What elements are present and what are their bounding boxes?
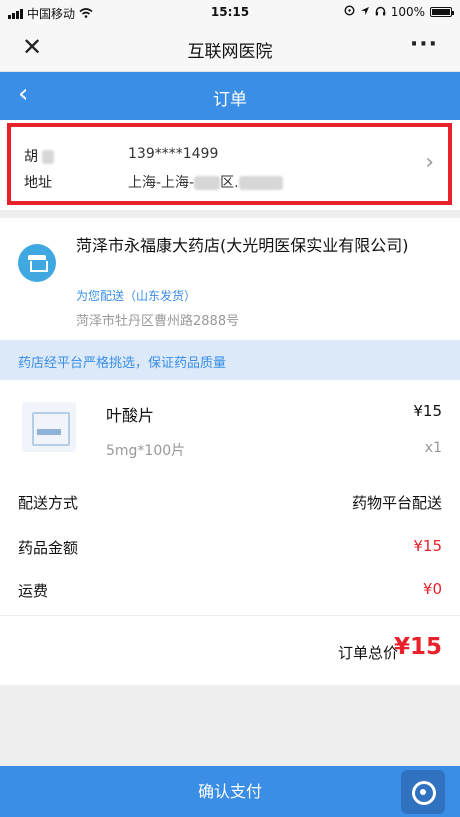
header-title: 互联网医院 xyxy=(187,42,273,62)
page-nav-bar: ‹ 订单 xyxy=(0,72,460,120)
pay-bar: 确认支付 xyxy=(0,766,460,817)
divider xyxy=(0,615,460,616)
shipping-fee-label: 运费 xyxy=(18,582,49,600)
order-total-value: ¥15 xyxy=(393,634,442,660)
store-delivery-info: 为您配送（山东发货） xyxy=(76,289,197,303)
wechat-header: ✕ 互联网医院 ··· xyxy=(0,24,460,72)
drug-amount-value: ¥15 xyxy=(413,537,442,555)
battery-icon xyxy=(430,7,454,17)
shipping-fee-value: ¥0 xyxy=(422,580,442,598)
settings-icon[interactable] xyxy=(401,770,445,814)
location-icon xyxy=(360,5,370,19)
medicine-spec: 5mg*100片 xyxy=(106,443,186,459)
medicine-price: ¥15 xyxy=(413,402,442,420)
status-bar: 中国移动 15:15 100% xyxy=(0,0,460,24)
more-icon[interactable]: ··· xyxy=(410,32,438,57)
store-address: 菏泽市牡丹区曹州路2888号 xyxy=(76,314,240,329)
medicine-qty: x1 xyxy=(424,440,442,456)
confirm-pay-button[interactable]: 确认支付 xyxy=(0,766,460,817)
order-details: 叶酸片 ¥15 5mg*100片 x1 配送方式 药物平台配送 药品金额 ¥15… xyxy=(0,380,460,685)
drug-amount-label: 药品金额 xyxy=(18,539,79,557)
page-title: 订单 xyxy=(213,90,247,110)
order-total-label: 订单总价 xyxy=(337,644,398,662)
highlight-box xyxy=(7,123,452,205)
alarm-icon xyxy=(344,5,355,19)
delivery-method-label: 配送方式 xyxy=(18,494,79,512)
medicine-name: 叶酸片 xyxy=(106,406,155,425)
delivery-method-value: 药物平台配送 xyxy=(351,494,442,512)
quality-notice: 药店经平台严格挑选，保证药品质量 xyxy=(0,340,460,380)
medicine-image xyxy=(22,402,76,452)
store-name: 菏泽市永福康大药店(大光明医保实业有限公司) xyxy=(76,236,409,255)
store-icon xyxy=(18,244,56,282)
battery-percent: 100% xyxy=(390,5,425,19)
status-right: 100% xyxy=(344,5,454,19)
store-card: 菏泽市永福康大药店(大光明医保实业有限公司) 为您配送（山东发货） 菏泽市牡丹区… xyxy=(0,218,460,340)
headphones-icon xyxy=(375,5,386,19)
